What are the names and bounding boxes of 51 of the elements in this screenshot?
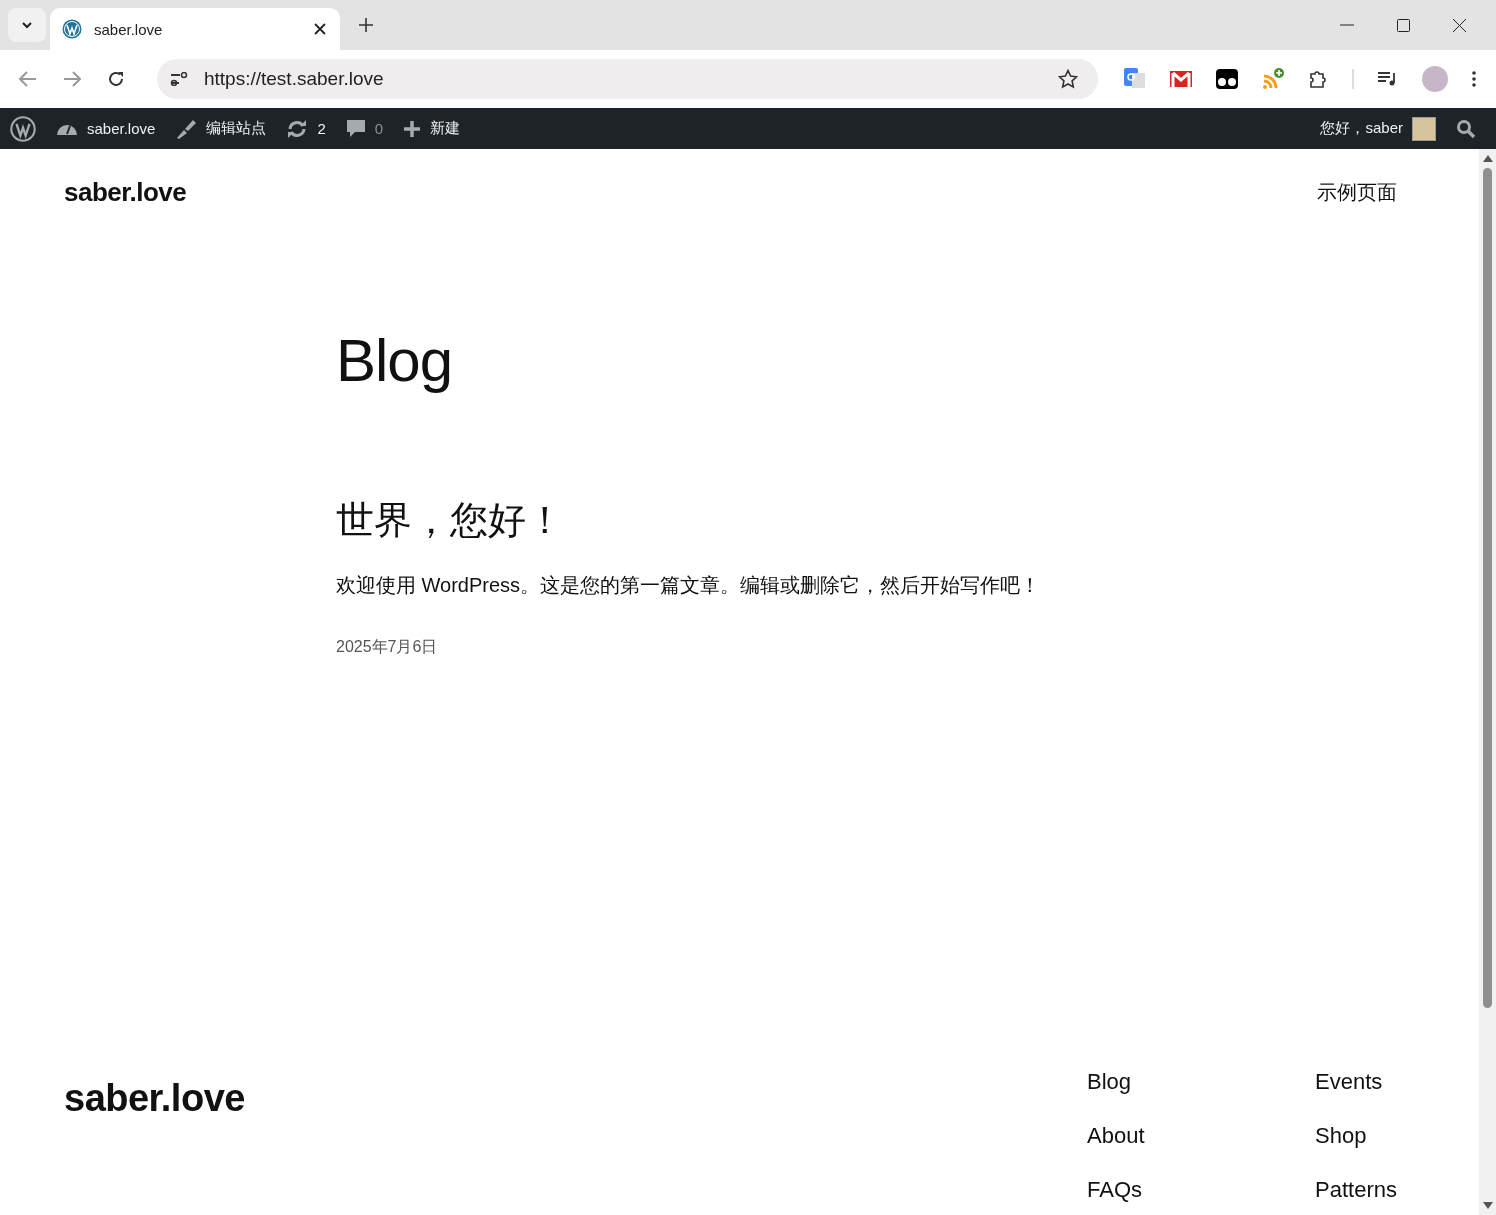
site-menu-item[interactable]: saber.love [56, 120, 156, 137]
speech-bubble-icon [345, 118, 366, 139]
dashboard-gauge-icon [56, 122, 78, 135]
comments-menu-item[interactable]: 0 [345, 118, 384, 139]
mail-extension-icon[interactable] [1170, 71, 1192, 87]
browser-tab[interactable]: saber.love [50, 8, 340, 50]
chevron-down-icon [21, 21, 33, 29]
wordpress-logo-icon[interactable] [10, 115, 36, 142]
edit-site-menu-item[interactable]: 编辑站点 [175, 118, 267, 139]
maximize-icon[interactable] [1397, 18, 1410, 32]
user-avatar [1412, 116, 1436, 141]
forward-arrow-icon[interactable] [63, 71, 81, 87]
footer-link[interactable]: Shop [1315, 1123, 1397, 1149]
nav-link[interactable]: 示例页面 [1317, 181, 1397, 203]
close-icon[interactable] [1453, 18, 1466, 32]
refresh-arrows-icon [286, 119, 309, 138]
page-title: Blog [336, 326, 454, 395]
address-bar[interactable]: https://test.saber.love [157, 59, 1098, 99]
post-date[interactable]: 2025年7月6日 [336, 637, 438, 658]
rss-extension-icon[interactable] [1262, 68, 1284, 90]
scrollbar[interactable] [1479, 149, 1496, 1215]
post-excerpt: 欢迎使用 WordPress。这是您的第一篇文章。编辑或删除它，然后开始写作吧！ [336, 573, 1041, 598]
scroll-up-icon[interactable] [1482, 155, 1493, 162]
account-menu-item[interactable]: 您好，saber [1320, 116, 1436, 141]
updates-menu-item[interactable]: 2 [286, 119, 326, 138]
tab-title: saber.love [94, 20, 164, 38]
star-icon[interactable] [1058, 69, 1078, 89]
scroll-down-icon[interactable] [1482, 1202, 1493, 1209]
search-icon[interactable] [1456, 118, 1476, 139]
plus-icon [403, 119, 422, 138]
footer-link[interactable]: Events [1315, 1069, 1397, 1095]
reload-icon[interactable] [107, 70, 125, 88]
plus-icon[interactable] [359, 18, 373, 32]
footer-link[interactable]: Patterns [1315, 1177, 1397, 1203]
close-icon[interactable] [314, 23, 326, 35]
back-arrow-icon[interactable] [19, 71, 37, 87]
site-settings-icon[interactable] [170, 72, 188, 86]
footer-link[interactable]: Blog [1087, 1069, 1316, 1095]
new-menu-item[interactable]: 新建 [403, 119, 461, 138]
puzzle-piece-icon[interactable] [1308, 69, 1328, 89]
post-title[interactable]: 世界，您好！ [336, 495, 564, 546]
more-menu-icon[interactable] [1472, 71, 1476, 87]
wordpress-logo-icon [62, 19, 82, 39]
footer-link[interactable]: About [1087, 1123, 1316, 1149]
footer-link[interactable]: FAQs [1087, 1177, 1316, 1203]
url-text: https://test.saber.love [204, 68, 385, 90]
two-dots-extension-icon[interactable] [1216, 69, 1238, 89]
media-queue-icon[interactable] [1378, 71, 1398, 87]
paintbrush-icon [175, 118, 198, 139]
footer-site-title[interactable]: saber.love [64, 1077, 245, 1203]
site-title[interactable]: saber.love [64, 177, 187, 208]
